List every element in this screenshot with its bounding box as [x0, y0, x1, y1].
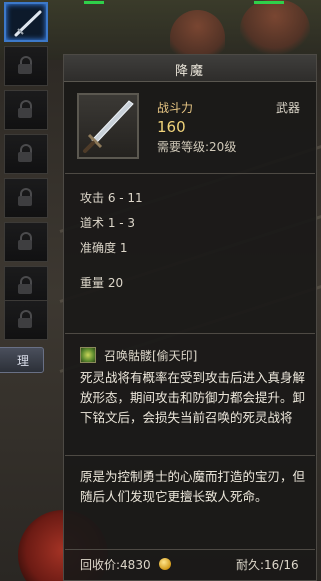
inventory-slot-locked[interactable]	[4, 90, 48, 130]
lock-icon	[18, 188, 32, 206]
durability: 耐久:16/16	[236, 558, 299, 572]
stat-accuracy: 准确度 1	[80, 241, 128, 255]
skill-name: 召唤骷髅[偷天印]	[104, 349, 198, 363]
inventory-slot-locked[interactable]	[4, 134, 48, 174]
inventory-slot-locked[interactable]	[4, 46, 48, 86]
tooltip-footer: 回收价:4830 耐久:16/16	[64, 550, 316, 580]
lock-icon	[18, 144, 32, 162]
gold-coin-icon	[159, 558, 171, 570]
lock-icon	[18, 56, 32, 74]
lock-icon	[18, 100, 32, 118]
combat-power-value: 160	[157, 118, 186, 136]
inventory-slot-locked[interactable]	[4, 178, 48, 218]
npc-figure	[240, 0, 310, 55]
inventory-slot-locked[interactable]	[4, 222, 48, 262]
skill-description: 死灵战将有概率在受到攻击后进入真身解放形态，期间攻击和防御力都会提升。卸下铭文后…	[80, 370, 306, 425]
tooltip-header: 降魔	[64, 55, 316, 82]
stat-taoism: 道术 1 - 3	[80, 216, 136, 230]
divider	[65, 455, 315, 456]
combat-power-label: 战斗力	[157, 101, 194, 115]
sword-icon	[83, 100, 134, 153]
lock-icon	[18, 310, 32, 328]
item-type: 武器	[276, 101, 301, 115]
inventory-slot-selected[interactable]	[4, 2, 48, 42]
stat-weight: 重量 20	[80, 276, 124, 290]
level-requirement: 需要等级:20级	[157, 140, 237, 154]
divider	[65, 333, 315, 334]
skill-rune-icon	[80, 347, 96, 363]
sell-price: 回收价:4830	[80, 558, 151, 572]
inventory-slot-locked[interactable]	[4, 300, 48, 340]
sword-icon	[14, 10, 42, 37]
inventory-panel: 理	[0, 0, 60, 373]
item-icon-frame	[77, 93, 139, 159]
manage-button[interactable]: 理	[0, 347, 44, 373]
item-lore: 原是为控制勇士的心魔而打造的宝刃，但随后人们发现它更擅长致人死命。	[80, 469, 306, 504]
lock-icon	[18, 276, 32, 294]
item-name: 降魔	[174, 64, 205, 79]
divider	[65, 173, 315, 174]
stat-attack: 攻击 6 - 11	[80, 191, 143, 205]
item-tooltip: 降魔 战斗力 武器 160 需要等级:20级 攻击 6 - 11 道术 1 - …	[63, 54, 317, 581]
lock-icon	[18, 232, 32, 250]
